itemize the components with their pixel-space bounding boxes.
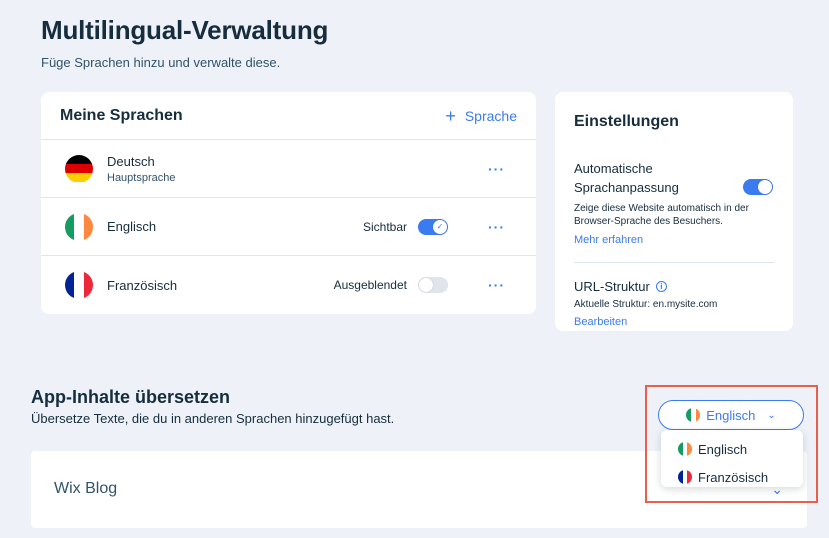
dropdown-option-franzoesisch[interactable]: Französisch xyxy=(661,463,803,491)
more-options-icon[interactable]: ··· xyxy=(488,161,505,177)
language-row-deutsch: Deutsch Hauptsprache ··· xyxy=(41,140,536,198)
url-structure-label: URL-Struktur xyxy=(574,279,650,294)
ireland-flag-icon xyxy=(65,212,93,241)
france-flag-icon xyxy=(65,271,93,299)
language-row-englisch: Englisch Sichtbar ✓ ··· xyxy=(41,198,536,256)
primary-language-label: Hauptsprache xyxy=(107,171,176,184)
divider xyxy=(574,262,774,263)
app-content-title: App-Inhalte übersetzen xyxy=(31,387,231,407)
url-structure-value: Aktuelle Struktur: en.mysite.com xyxy=(574,299,718,310)
ireland-flag-icon xyxy=(686,408,701,422)
option-label: Englisch xyxy=(698,441,748,457)
ireland-flag-icon xyxy=(678,442,692,456)
app-name: Wix Blog xyxy=(54,480,118,497)
visibility-toggle[interactable] xyxy=(418,277,448,293)
germany-flag-icon xyxy=(65,154,93,183)
option-label: Französisch xyxy=(698,469,769,485)
auto-language-label: Automatische Sprachanpassung xyxy=(574,161,679,195)
my-languages-header: Meine Sprachen + Sprache xyxy=(41,92,536,140)
language-dropdown: Englisch Französisch xyxy=(661,430,803,487)
language-row-franzoesisch: Französisch Ausgeblendet ··· xyxy=(41,256,536,314)
language-name: Englisch xyxy=(107,219,157,234)
page-title: Multilingual-Verwaltung xyxy=(41,15,329,45)
selected-language: Englisch xyxy=(706,407,756,423)
learn-more-link[interactable]: Mehr erfahren xyxy=(574,234,643,246)
visibility-toggle[interactable]: ✓ xyxy=(418,218,448,235)
edit-link[interactable]: Bearbeiten xyxy=(574,316,627,328)
add-language-label: Sprache xyxy=(464,107,517,124)
dropdown-option-englisch[interactable]: Englisch xyxy=(661,435,803,463)
auto-language-description: Zeige diese Website automatisch in der B… xyxy=(574,203,749,227)
my-languages-title: Meine Sprachen xyxy=(60,106,183,124)
language-name: Deutsch xyxy=(107,153,155,169)
page-subtitle: Füge Sprachen hinzu und verwalte diese. xyxy=(41,55,281,70)
auto-language-toggle[interactable] xyxy=(743,179,773,195)
chevron-down-icon: ⌄ xyxy=(767,409,776,421)
more-options-icon[interactable]: ··· xyxy=(488,219,505,235)
language-selector[interactable]: Englisch ⌄ xyxy=(658,400,804,430)
settings-title: Einstellungen xyxy=(574,113,679,130)
info-icon[interactable]: i xyxy=(655,281,667,292)
france-flag-icon xyxy=(678,470,692,484)
app-content-subtitle: Übersetze Texte, die du in anderen Sprac… xyxy=(31,411,395,426)
language-name: Französisch xyxy=(107,277,178,293)
visibility-status: Ausgeblendet xyxy=(333,278,407,292)
checkmark-icon: ✓ xyxy=(433,219,447,234)
add-language-button[interactable]: + Sprache xyxy=(445,107,517,125)
settings-card: Einstellungen Automatische Sprachanpassu… xyxy=(555,92,793,331)
plus-icon: + xyxy=(445,105,456,126)
visibility-status: Sichtbar xyxy=(362,219,407,234)
more-options-icon[interactable]: ··· xyxy=(488,277,505,293)
my-languages-card: Meine Sprachen + Sprache Deutsch Hauptsp… xyxy=(41,92,536,314)
